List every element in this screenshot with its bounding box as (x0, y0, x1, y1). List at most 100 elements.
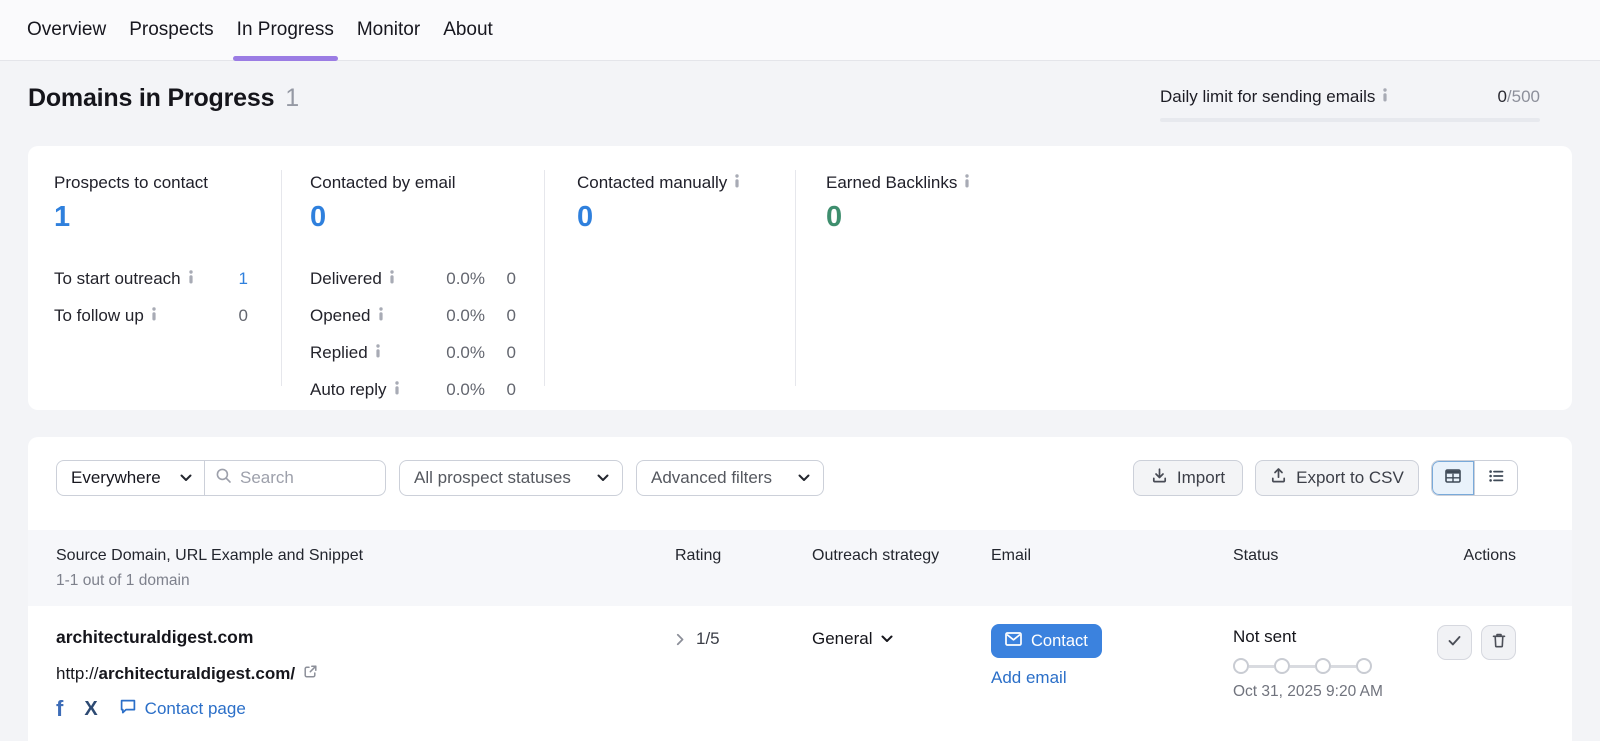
tab-prospects-label: Prospects (129, 19, 214, 40)
url-prefix: http:// (56, 664, 99, 683)
column-header-rating: Rating (675, 547, 722, 564)
tab-monitor[interactable]: Monitor (356, 0, 421, 60)
stat-title: Prospects to contact (54, 173, 209, 192)
daily-limit-widget: Daily limit for sending emails 0 /500 (1160, 87, 1540, 122)
email-icon (1005, 631, 1022, 651)
download-icon (1151, 467, 1168, 489)
add-email-link[interactable]: Add email (991, 668, 1067, 688)
checkmark-icon (1446, 632, 1463, 654)
status-progress-dots (1233, 658, 1383, 674)
chevron-down-icon (798, 474, 810, 481)
column-header-actions: Actions (1463, 547, 1516, 564)
page-title: Domains in Progress 1 (28, 84, 299, 113)
info-icon[interactable] (964, 173, 970, 193)
import-button[interactable]: Import (1133, 460, 1243, 496)
url-domain: architecturaldigest.com/ (98, 664, 296, 683)
info-icon[interactable] (389, 269, 395, 289)
search-scope-dropdown[interactable]: Everywhere (57, 461, 205, 495)
info-icon[interactable] (734, 173, 740, 193)
table-row: architecturaldigest.com http://architect… (28, 606, 1572, 741)
stat-row-to-start-outreach: To start outreach 1 (54, 268, 248, 289)
search-input[interactable] (240, 468, 375, 488)
status-cell: Not sent Oct 31, 2025 9:20 AM (1233, 627, 1383, 701)
divider (544, 170, 545, 386)
contact-page-label: Contact page (144, 699, 246, 718)
tab-in-progress-label: In Progress (236, 19, 334, 40)
prospect-statuses-value: All prospect statuses (414, 468, 571, 487)
divider (281, 170, 282, 386)
stat-row-replied: Replied 0.0% 0 (310, 342, 516, 363)
contact-page-link[interactable]: Contact page (119, 698, 246, 720)
view-toggle (1431, 460, 1518, 496)
rating-cell: 1/5 (676, 629, 720, 649)
stat-contacted-manually: Contacted manually 0 (577, 146, 787, 234)
stat-title: Earned Backlinks (826, 173, 958, 192)
trash-icon (1491, 632, 1507, 654)
external-link-icon[interactable] (303, 664, 318, 684)
daily-limit-label: Daily limit for sending emails (1160, 87, 1376, 106)
contact-button-label: Contact (1031, 631, 1088, 650)
stat-title: Contacted by email (310, 173, 456, 192)
tab-monitor-label: Monitor (356, 19, 421, 40)
x-twitter-icon[interactable]: X (84, 699, 97, 719)
page-title-text: Domains in Progress (28, 84, 275, 112)
export-label: Export to CSV (1296, 468, 1404, 487)
chevron-down-icon (597, 474, 609, 481)
column-header-strategy: Outreach strategy (812, 547, 940, 564)
status-date: Oct 31, 2025 9:20 AM (1233, 683, 1383, 700)
column-header-email: Email (991, 547, 1032, 564)
list-view-toggle[interactable] (1474, 461, 1517, 495)
search-group: Everywhere (56, 460, 386, 496)
stat-value: 1 (54, 201, 71, 233)
stat-row-auto-reply: Auto reply 0.0% 0 (310, 379, 516, 400)
outreach-strategy-dropdown[interactable]: General (812, 629, 893, 649)
column-header-status: Status (1233, 547, 1279, 564)
info-icon[interactable] (1382, 87, 1388, 107)
source-domain-link[interactable]: architecturaldigest.com (56, 627, 253, 648)
advanced-filters-button[interactable]: Advanced filters (636, 460, 824, 496)
delete-button[interactable] (1481, 625, 1516, 660)
tab-prospects[interactable]: Prospects (128, 0, 214, 60)
table-header: Source Domain, URL Example and Snippet R… (28, 530, 1572, 606)
info-icon[interactable] (151, 306, 157, 326)
search-box (205, 467, 385, 489)
chevron-right-icon[interactable] (676, 633, 685, 646)
tab-about-label: About (443, 19, 493, 40)
stat-title: Contacted manually (577, 173, 728, 192)
prospect-statuses-filter[interactable]: All prospect statuses (399, 460, 623, 496)
stat-value: 0 (826, 201, 843, 233)
stat-value: 0 (310, 201, 327, 233)
stat-row-value[interactable]: 1 (239, 269, 248, 289)
info-icon[interactable] (188, 269, 194, 289)
export-csv-button[interactable]: Export to CSV (1255, 460, 1419, 496)
stat-earned-backlinks: Earned Backlinks 0 (826, 146, 1046, 234)
table-view-icon (1444, 467, 1462, 490)
status-label: Not sent (1233, 627, 1297, 646)
list-view-icon (1487, 467, 1505, 490)
contact-button[interactable]: Contact (991, 624, 1102, 658)
chevron-down-icon (881, 635, 893, 642)
import-label: Import (1176, 468, 1226, 487)
stat-row-value: 0 (238, 305, 248, 325)
info-icon[interactable] (394, 380, 400, 400)
tab-overview-label: Overview (27, 19, 107, 40)
tab-about[interactable]: About (442, 0, 494, 60)
divider (795, 170, 796, 386)
info-icon[interactable] (378, 306, 384, 326)
tab-overview[interactable]: Overview (26, 0, 107, 60)
stat-row-to-follow-up: To follow up 0 (54, 305, 248, 326)
row-actions (1437, 625, 1516, 660)
link-building-in-progress-page: Overview Prospects In Progress Monitor A… (0, 0, 1600, 741)
advanced-filters-label: Advanced filters (651, 468, 772, 487)
tab-bar: Overview Prospects In Progress Monitor A… (0, 0, 1600, 61)
domains-count: 1 (285, 84, 299, 112)
social-links: f X Contact page (56, 698, 246, 720)
tab-in-progress[interactable]: In Progress (232, 0, 338, 61)
facebook-icon[interactable]: f (56, 698, 63, 720)
mark-done-button[interactable] (1437, 625, 1472, 660)
daily-limit-progress-bar (1160, 118, 1540, 122)
info-icon[interactable] (375, 343, 381, 363)
table-view-toggle[interactable] (1432, 461, 1474, 495)
rating-value: 1/5 (696, 629, 720, 648)
speech-bubble-icon (119, 698, 137, 720)
